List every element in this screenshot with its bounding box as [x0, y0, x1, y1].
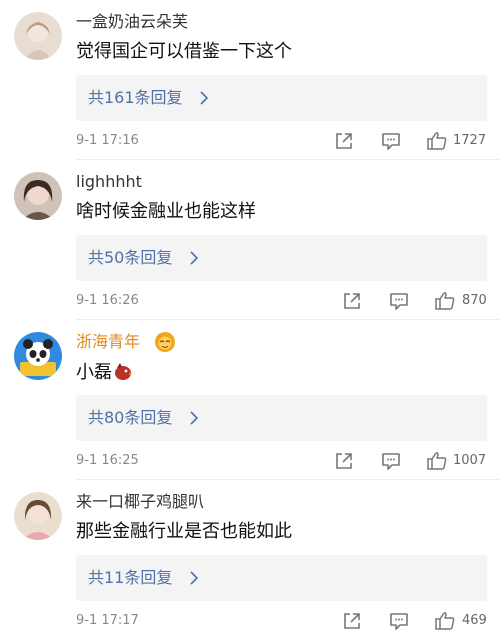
- comment-timestamp: 9-1 17:17: [76, 613, 139, 628]
- avatar[interactable]: [14, 332, 62, 380]
- view-replies-button[interactable]: 共11条回复: [76, 555, 487, 601]
- avatar[interactable]: [14, 12, 62, 60]
- view-replies-button[interactable]: 共50条回复: [76, 235, 487, 281]
- comment-text: 啥时候金融业也能这样: [76, 201, 256, 222]
- comment-item: 一盒奶油云朵芙 觉得国企可以借鉴一下这个 共161条回复 9-1 17:16 1…: [0, 0, 500, 160]
- view-replies-button[interactable]: 共80条回复: [76, 395, 487, 441]
- comment-text: 那些金融行业是否也能如此: [76, 521, 292, 542]
- thumbs-up-icon[interactable]: [434, 290, 456, 312]
- username[interactable]: 浙海青年: [76, 332, 140, 352]
- comment-timestamp: 9-1 16:25: [76, 453, 139, 468]
- chevron-right-icon: [190, 251, 198, 265]
- comment-text: 小磊: [76, 360, 134, 385]
- avatar[interactable]: [14, 172, 62, 220]
- username[interactable]: 来一口椰子鸡腿叭: [76, 492, 204, 512]
- thumbs-up-icon[interactable]: [434, 610, 456, 632]
- bird-emoji-icon: [115, 363, 133, 380]
- chevron-right-icon: [200, 91, 208, 105]
- username[interactable]: lighhhht: [76, 172, 142, 192]
- like-count: 1727: [453, 133, 487, 148]
- comment-icon[interactable]: [380, 130, 402, 152]
- thumbs-up-icon[interactable]: [426, 450, 448, 472]
- comment-icon[interactable]: [388, 610, 410, 632]
- lion-emoji-badge-icon: [155, 332, 175, 352]
- comment-item: lighhhht 啥时候金融业也能这样 共50条回复 9-1 16:26 870: [0, 160, 500, 320]
- reply-count-label: 共80条回复: [88, 408, 173, 427]
- comment-icon[interactable]: [380, 450, 402, 472]
- reply-count-label: 共50条回复: [88, 248, 173, 267]
- chevron-right-icon: [190, 411, 198, 425]
- comment-item: 来一口椰子鸡腿叭 那些金融行业是否也能如此 共11条回复 9-1 17:17 4…: [0, 480, 500, 640]
- comments-page: { "comments": [ { "username": "一盒奶油云朵芙",…: [0, 0, 500, 638]
- reply-count-label: 共161条回复: [88, 88, 183, 107]
- like-count: 469: [462, 613, 487, 628]
- thumbs-up-icon[interactable]: [426, 130, 448, 152]
- comment-text-content: 小磊: [76, 362, 112, 383]
- share-icon[interactable]: [341, 290, 363, 312]
- comment-timestamp: 9-1 17:16: [76, 133, 139, 148]
- share-icon[interactable]: [341, 610, 363, 632]
- view-replies-button[interactable]: 共161条回复: [76, 75, 487, 121]
- like-count: 1007: [453, 453, 487, 468]
- comment-timestamp: 9-1 16:26: [76, 293, 139, 308]
- reply-count-label: 共11条回复: [88, 568, 173, 587]
- comment-item: 浙海青年 小磊 共80条回复 9-1 16:25 1007: [0, 320, 500, 480]
- comment-icon[interactable]: [388, 290, 410, 312]
- comment-text: 觉得国企可以借鉴一下这个: [76, 41, 292, 62]
- username[interactable]: 一盒奶油云朵芙: [76, 12, 188, 32]
- like-count: 870: [462, 293, 487, 308]
- chevron-right-icon: [190, 571, 198, 585]
- share-icon[interactable]: [333, 130, 355, 152]
- avatar[interactable]: [14, 492, 62, 540]
- share-icon[interactable]: [333, 450, 355, 472]
